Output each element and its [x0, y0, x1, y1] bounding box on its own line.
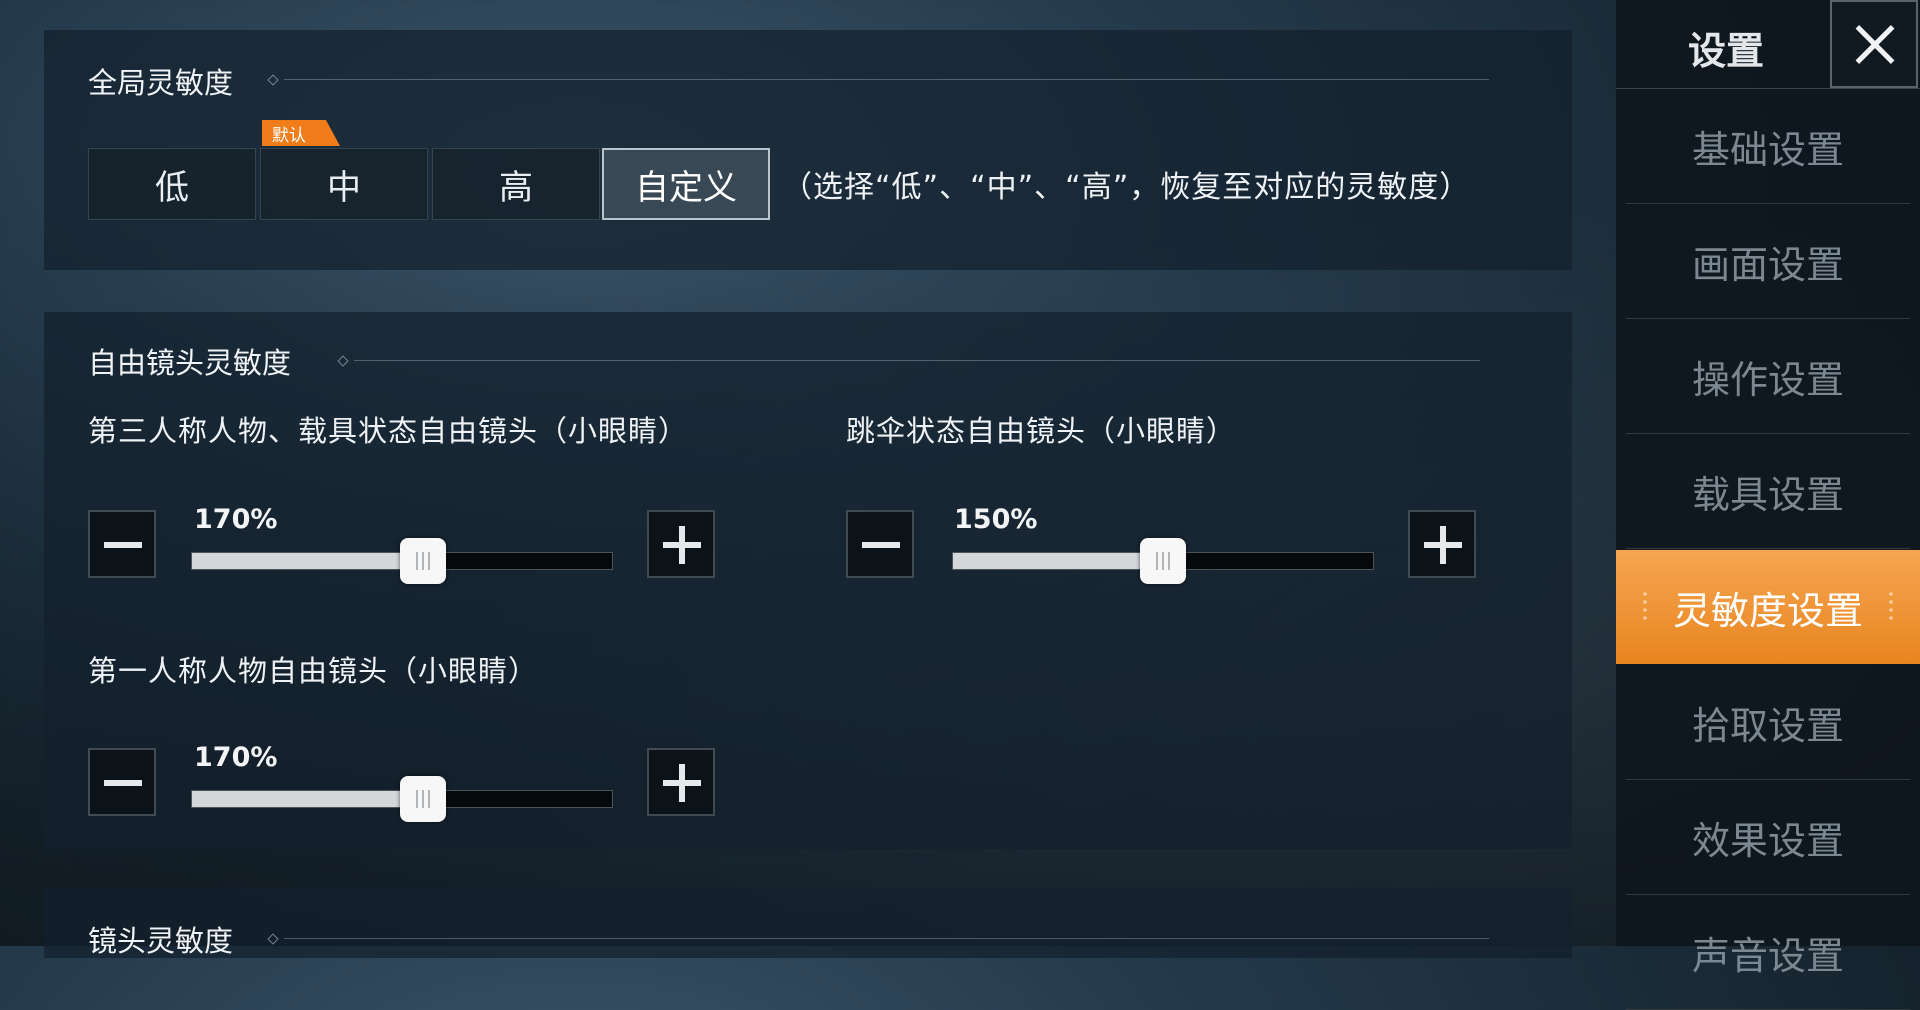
title-diamond-icon [267, 74, 279, 86]
preset-high-button[interactable]: 高 [432, 148, 600, 220]
grip-icon [1642, 590, 1648, 624]
minus-icon [862, 542, 900, 548]
nav-sound-settings[interactable]: 声音设置 [1626, 895, 1910, 1010]
grip-icon [1888, 590, 1894, 624]
nav-pickup-settings[interactable]: 拾取设置 [1626, 665, 1910, 780]
slider-track[interactable] [952, 538, 1374, 584]
global-sensitivity-title: 全局灵敏度 [88, 66, 234, 100]
settings-title: 设置 [1688, 29, 1765, 73]
slider-thumb[interactable] [400, 538, 446, 584]
slider-label: 第三人称人物、载具状态自由镜头（小眼睛） [88, 414, 689, 448]
minus-icon [104, 542, 142, 548]
close-button[interactable] [1830, 0, 1918, 88]
title-divider [284, 938, 1489, 939]
slider-label: 跳伞状态自由镜头（小眼睛） [846, 414, 1237, 448]
preset-hint-text: （选择“低”、“中”、“高”，恢复至对应的灵敏度） [782, 170, 1471, 205]
increase-button[interactable] [647, 510, 715, 578]
global-sensitivity-panel: 全局灵敏度 低 中 高 自定义 默认 （选择“低”、“中”、“高”，恢复至对应的… [44, 30, 1572, 270]
preset-medium-button[interactable]: 中 [260, 148, 428, 220]
lens-sensitivity-title: 镜头灵敏度 [88, 924, 234, 958]
slider-thumb[interactable] [1140, 538, 1186, 584]
title-divider [284, 79, 1489, 80]
preset-low-button[interactable]: 低 [88, 148, 256, 220]
nav-sensitivity-settings[interactable]: 灵敏度设置 [1616, 550, 1920, 664]
lens-sensitivity-panel: 镜头灵敏度 [44, 888, 1572, 958]
increase-button[interactable] [1408, 510, 1476, 578]
nav-vehicle-settings[interactable]: 载具设置 [1626, 434, 1910, 549]
decrease-button[interactable] [88, 510, 156, 578]
preset-custom-button[interactable]: 自定义 [602, 148, 770, 220]
free-camera-title: 自由镜头灵敏度 [88, 346, 292, 380]
nav-controls-settings[interactable]: 操作设置 [1626, 319, 1910, 434]
slider-fill [953, 553, 1163, 569]
free-camera-panel: 自由镜头灵敏度 第三人称人物、载具状态自由镜头（小眼睛） 170% 跳伞状态自由… [44, 312, 1572, 849]
title-diamond-icon [337, 355, 349, 367]
slider-track[interactable] [191, 538, 613, 584]
decrease-button[interactable] [846, 510, 914, 578]
slider-fill [192, 791, 423, 807]
slider-value: 150% [954, 504, 1038, 535]
decrease-button[interactable] [88, 748, 156, 816]
settings-sidebar: 设置 基础设置 画面设置 操作设置 载具设置 灵敏度设置 拾取设置 效果设置 声… [1616, 0, 1920, 1010]
nav-basic-settings[interactable]: 基础设置 [1626, 89, 1910, 204]
nav-effects-settings[interactable]: 效果设置 [1626, 780, 1910, 895]
slider-label: 第一人称人物自由镜头（小眼睛） [88, 654, 539, 688]
nav-graphics-settings[interactable]: 画面设置 [1626, 204, 1910, 319]
increase-button[interactable] [647, 748, 715, 816]
minus-icon [104, 780, 142, 786]
title-divider [354, 360, 1480, 361]
slider-thumb[interactable] [400, 776, 446, 822]
slider-value: 170% [194, 504, 278, 535]
default-badge: 默认 [262, 120, 340, 146]
slider-value: 170% [194, 742, 278, 773]
slider-track[interactable] [191, 776, 613, 822]
title-diamond-icon [267, 933, 279, 945]
slider-fill [192, 553, 423, 569]
